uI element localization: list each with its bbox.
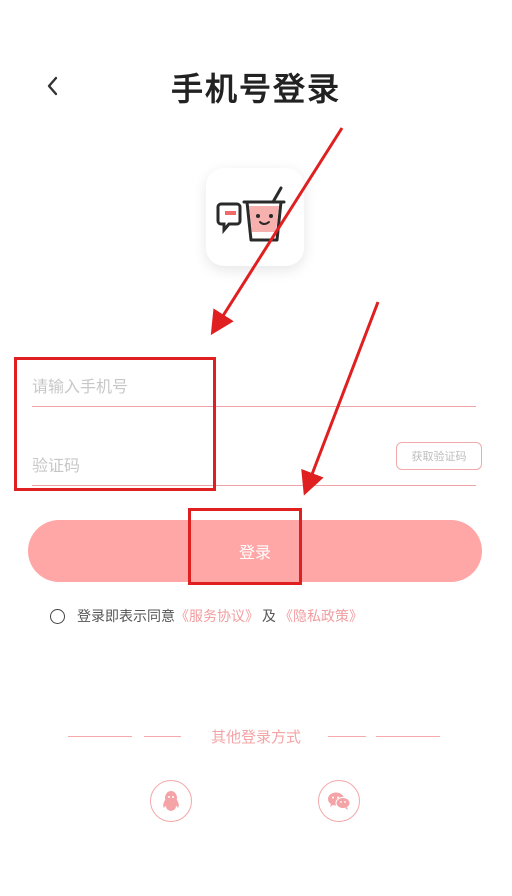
annotation-arrows xyxy=(210,127,380,496)
annotation-arrow xyxy=(301,301,380,496)
annotation-arrow xyxy=(210,127,344,336)
